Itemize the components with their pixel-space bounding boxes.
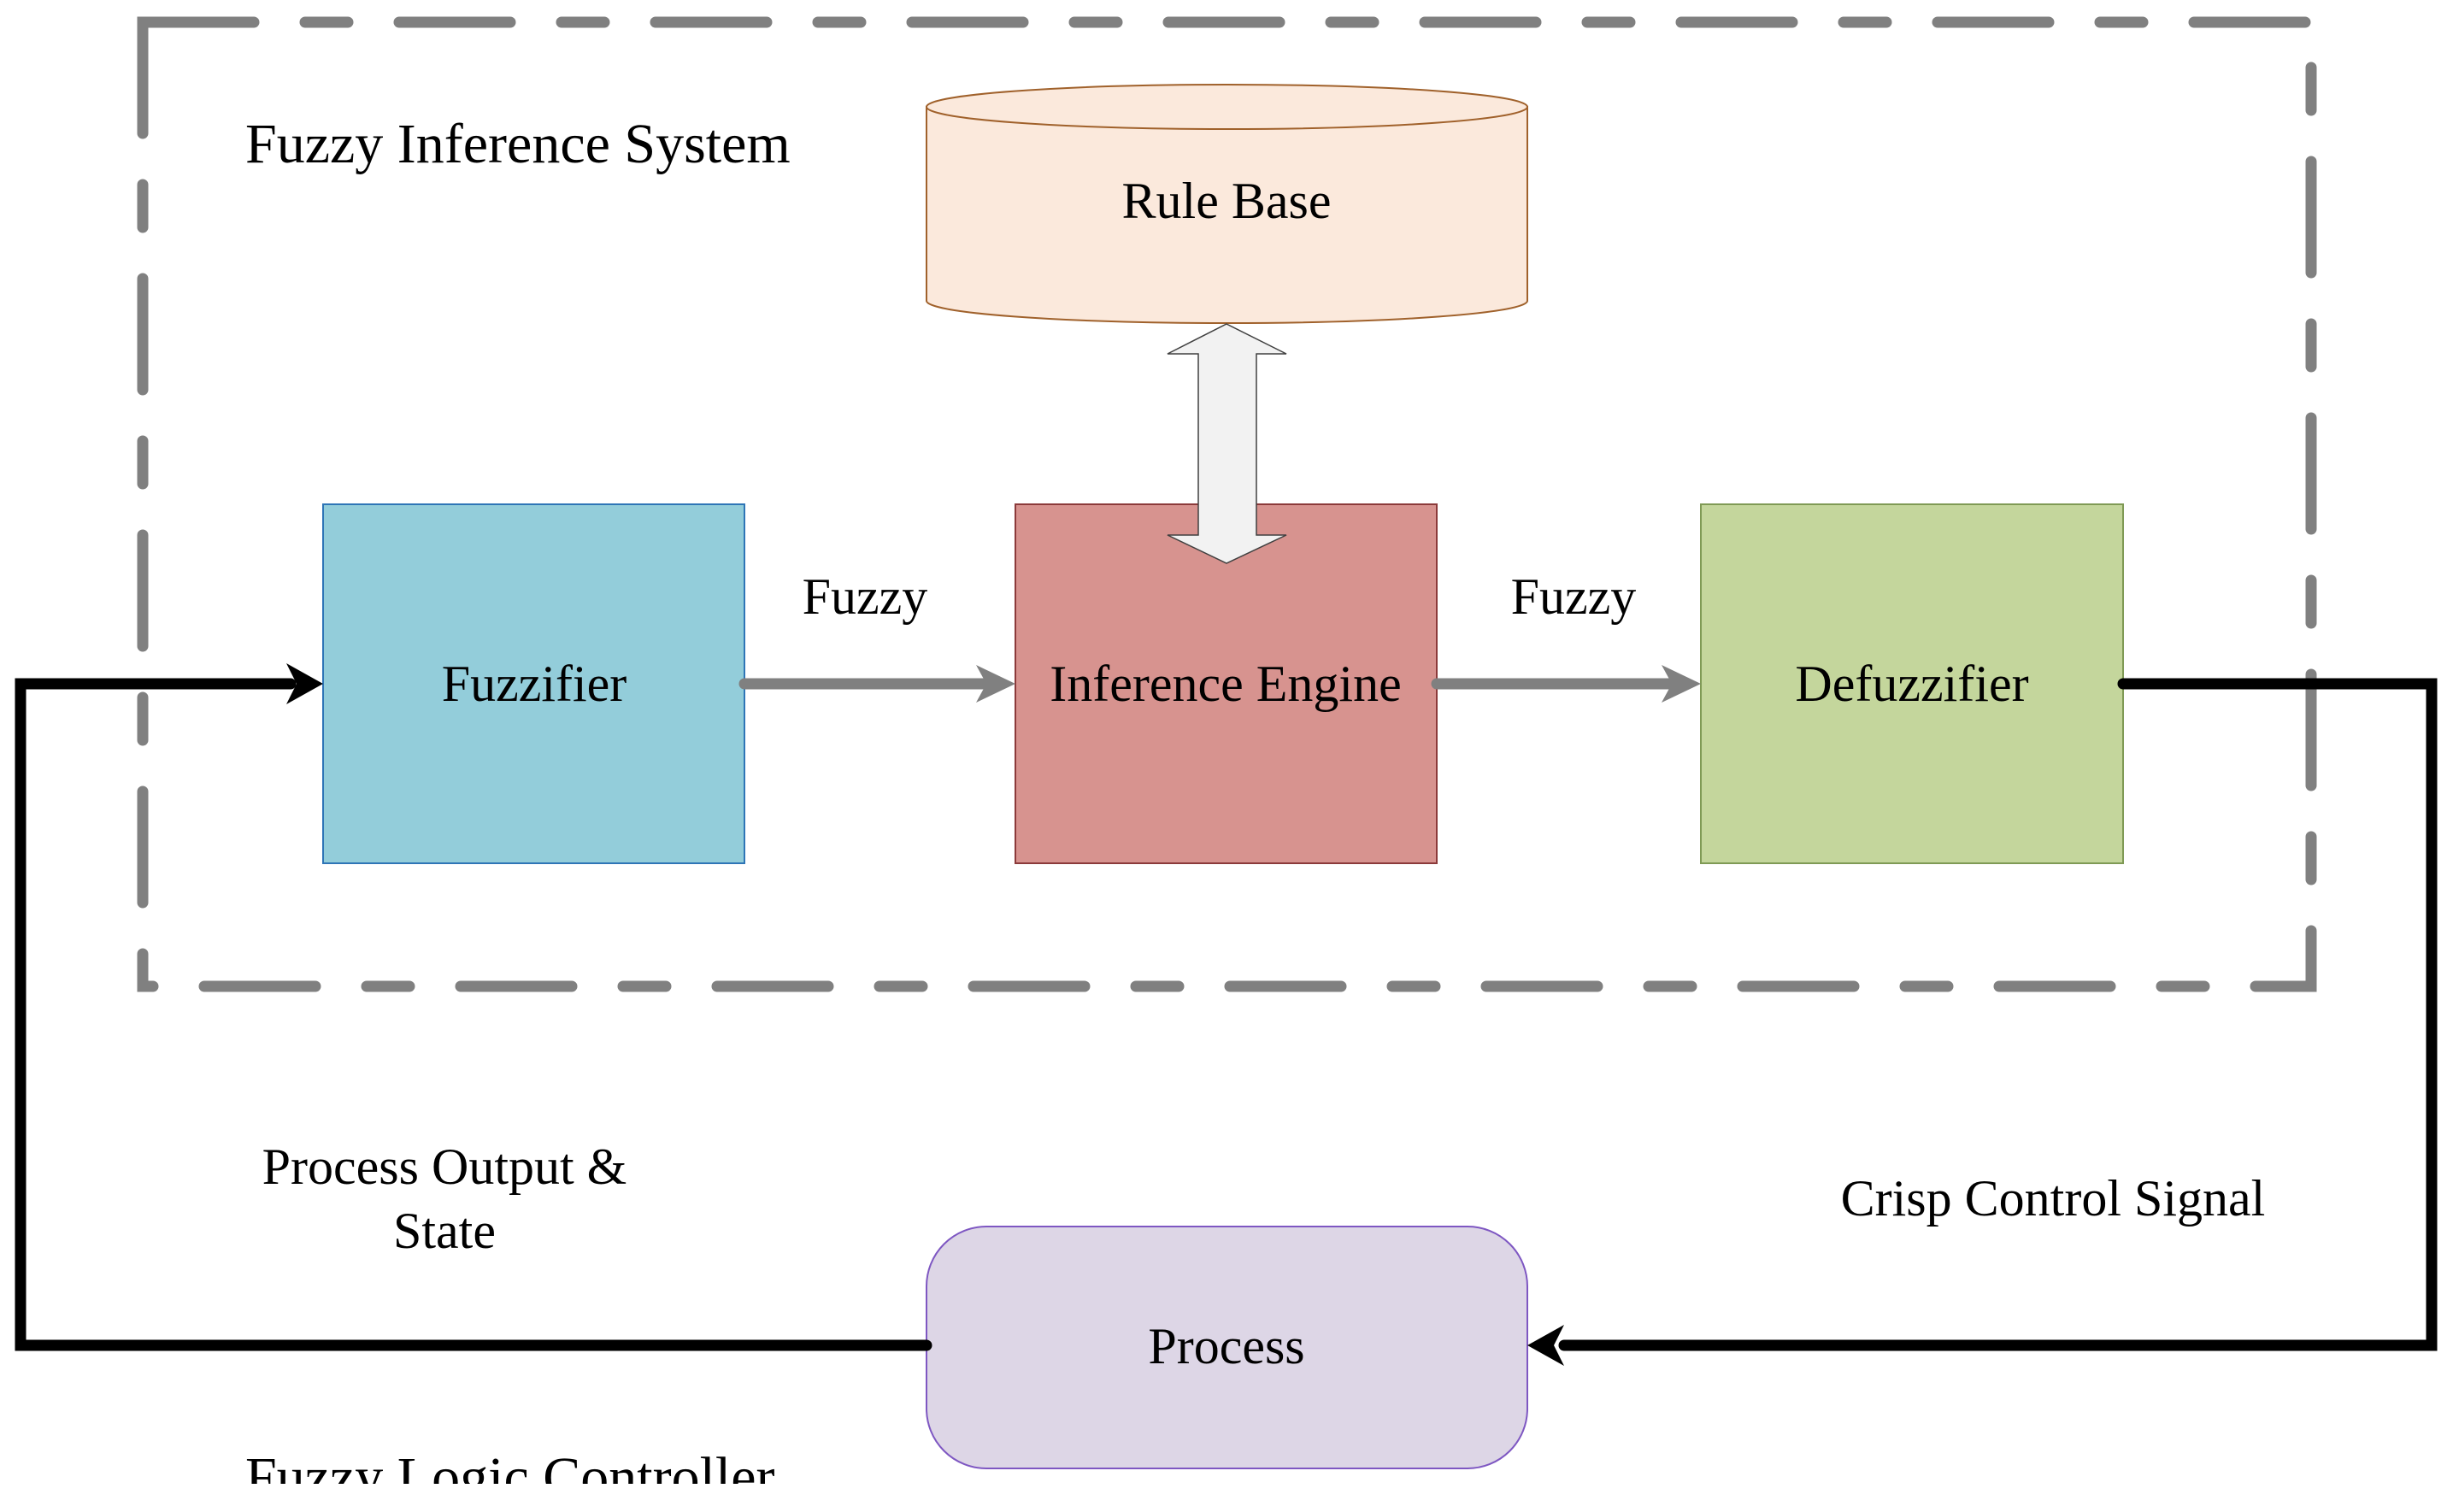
fuzzifier-to-inference-arrow [738,665,1015,703]
rule-base-node[interactable]: Rule Base [926,84,1528,324]
fuzzy-logic-controller-diagram: Fuzzy Inference System Rule Base Fuzzifi… [15,16,2438,1509]
process-label: Process [1148,1318,1304,1374]
inference-engine-label: Inference Engine [1050,656,1401,712]
fuzzifier-node[interactable]: Fuzzifier [322,503,745,864]
rule-base-cylinder-top [926,84,1528,130]
process-output-label-line1: Process Output & [262,1138,627,1195]
fuzzy-label-2: Fuzzy [1511,568,1637,625]
fuzzy-label-1: Fuzzy [803,568,928,625]
process-output-label-line2: State [393,1203,496,1259]
crisp-control-signal-label: Crisp Control Signal [1841,1170,2266,1227]
defuzzifier-node[interactable]: Defuzzifier [1700,503,2124,864]
process-node[interactable]: Process [926,1226,1528,1469]
defuzzifier-label: Defuzzifier [1795,656,2028,712]
rule-base-label: Rule Base [1122,173,1332,229]
fuzzifier-label: Fuzzifier [442,656,627,712]
fuzzy-logic-controller-label: Fuzzy Logic Controller [245,1446,775,1509]
fuzzy-inference-system-label: Fuzzy Inference System [245,113,791,175]
inference-to-defuzzifier-arrow [1431,665,1701,703]
